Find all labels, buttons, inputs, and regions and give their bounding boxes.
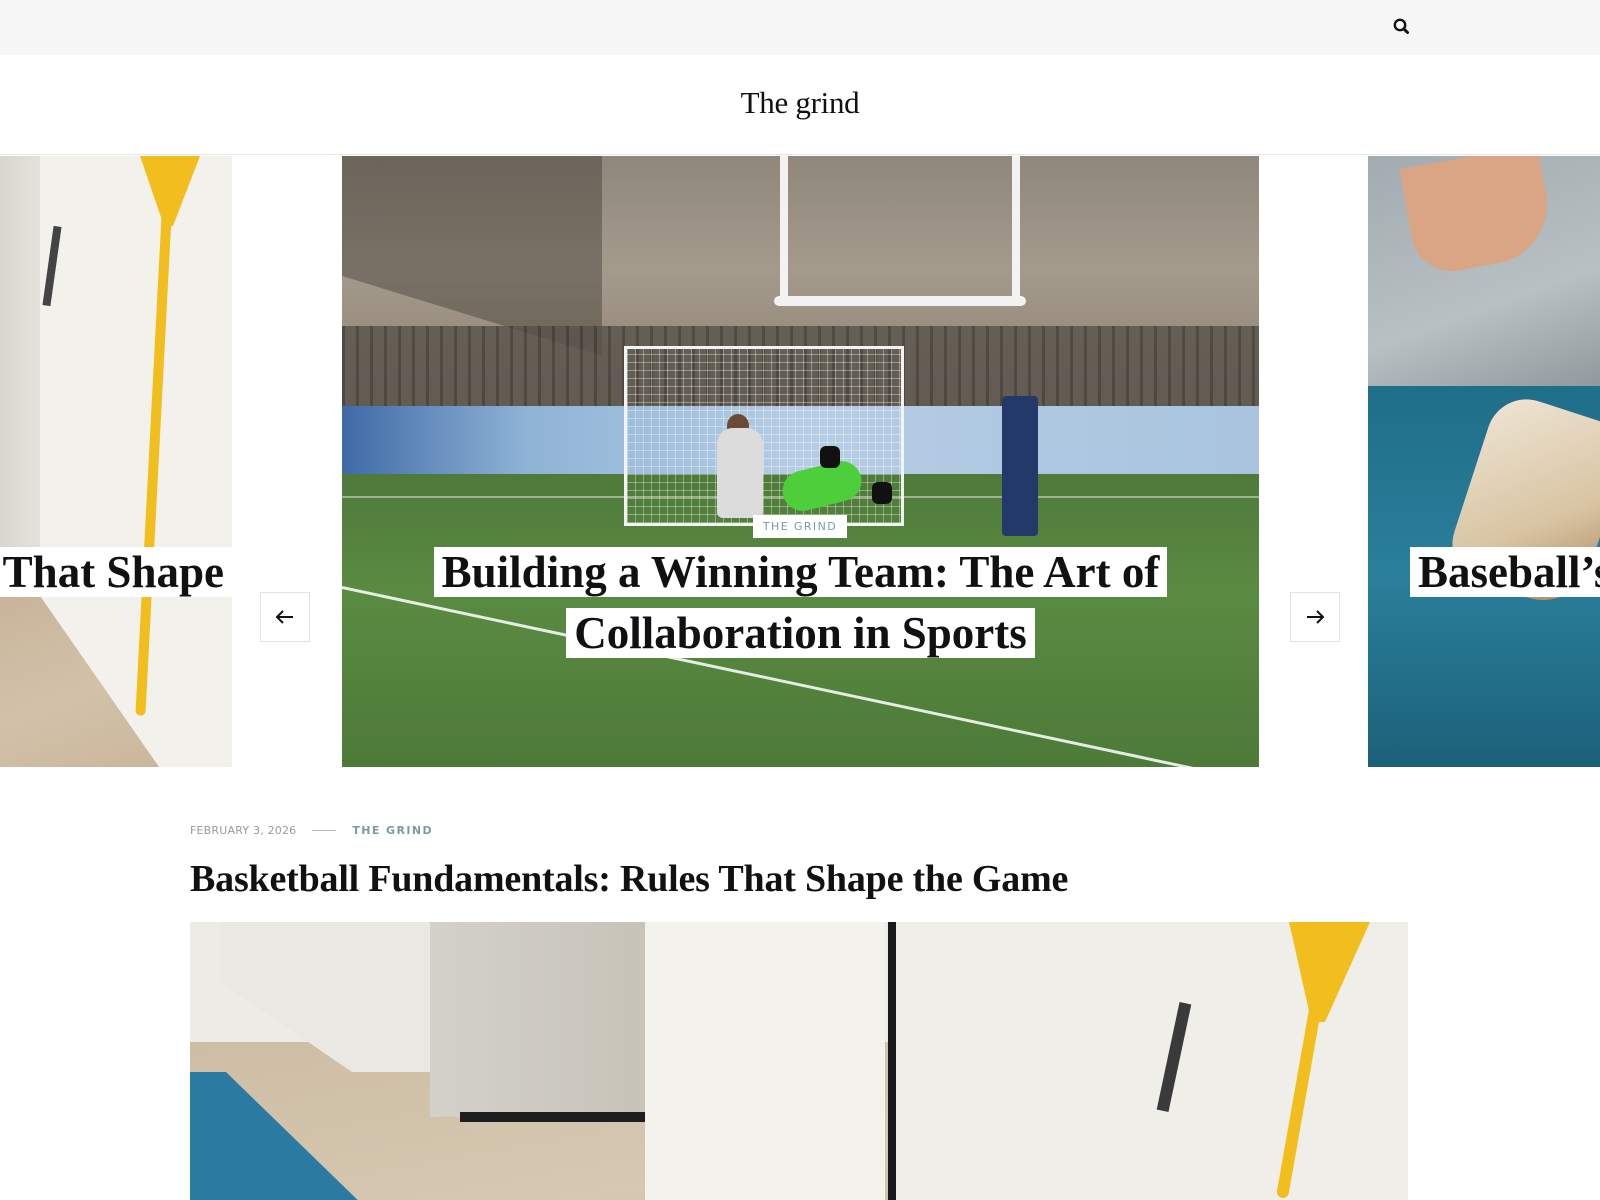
image-wall-base [460, 1112, 645, 1122]
site-title[interactable]: The grind [0, 85, 1600, 121]
image-wall [645, 922, 885, 1200]
slide-title-next[interactable]: Baseball’s [1410, 542, 1600, 603]
post-title[interactable]: Basketball Fundamentals: Rules That Shap… [190, 856, 1410, 902]
site-header: The grind [0, 55, 1600, 155]
slide-previous[interactable] [0, 156, 232, 767]
post-card: FEBRUARY 3, 2026 THE GRIND Basketball Fu… [190, 820, 1410, 1200]
search-icon [1393, 18, 1409, 34]
slide-next[interactable] [1368, 156, 1600, 767]
image-wall [430, 922, 645, 1117]
featured-slider: That Shape THE GRIND Building a Winning … [0, 156, 1600, 768]
goalpost-pad [1002, 396, 1038, 536]
slider-next-button[interactable] [1290, 592, 1340, 642]
goalkeeper-glove [820, 446, 840, 468]
slide-title-active[interactable]: Building a Winning Team: The Art of Coll… [342, 542, 1259, 664]
slide-active[interactable] [342, 156, 1259, 767]
goal-net [624, 346, 904, 526]
top-bar [0, 0, 1600, 55]
search-button[interactable] [1392, 17, 1412, 37]
arrow-right-icon [1307, 610, 1325, 624]
slide-title-previous[interactable]: That Shape [0, 542, 232, 603]
player-figure [717, 428, 763, 518]
goalpost-upright [1012, 156, 1020, 301]
meta-divider [312, 829, 337, 831]
slider-prev-button[interactable] [260, 592, 310, 642]
image-wall-seam [888, 922, 896, 1200]
post-date: FEBRUARY 3, 2026 [190, 823, 297, 837]
goalkeeper-glove [872, 482, 892, 504]
goalpost-crossbar [774, 296, 1026, 306]
post-featured-image[interactable] [190, 922, 1408, 1200]
post-meta: FEBRUARY 3, 2026 THE GRIND [190, 820, 1410, 840]
goalpost-upright [780, 156, 788, 301]
arrow-left-icon [275, 610, 293, 624]
post-category-link[interactable]: THE GRIND [352, 824, 433, 837]
slide-category[interactable]: THE GRIND [753, 515, 847, 538]
